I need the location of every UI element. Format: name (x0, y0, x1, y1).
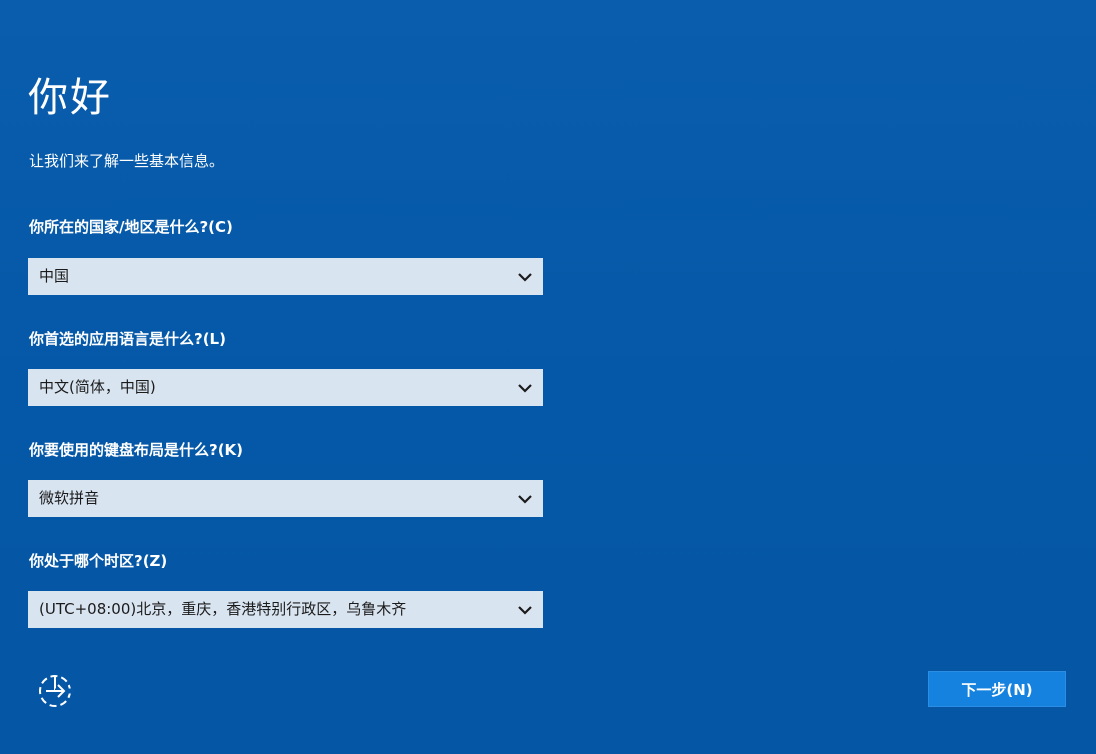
timezone-value: (UTC+08:00)北京，重庆，香港特别行政区，乌鲁木齐 (39, 600, 407, 618)
ease-of-access-button[interactable] (36, 670, 76, 710)
app-language-value: 中文(简体，中国) (39, 378, 156, 396)
page-title: 你好 (28, 75, 112, 121)
chevron-down-icon (518, 606, 532, 615)
app-language-dropdown[interactable]: 中文(简体，中国) (28, 369, 543, 406)
keyboard-layout-value: 微软拼音 (39, 489, 100, 507)
chevron-down-icon (518, 495, 532, 504)
chevron-down-icon (518, 384, 532, 393)
keyboard-layout-label: 你要使用的键盘布局是什么?(K) (29, 441, 244, 459)
ease-of-access-icon (39, 675, 74, 707)
page-subtitle: 让我们来了解一些基本信息。 (29, 152, 225, 170)
country-value: 中国 (39, 267, 70, 285)
country-label: 你所在的国家/地区是什么?(C) (29, 218, 233, 236)
chevron-down-icon (518, 273, 532, 282)
next-button[interactable]: 下一步(N) (928, 671, 1066, 707)
app-language-label: 你首选的应用语言是什么?(L) (29, 330, 226, 348)
timezone-label: 你处于哪个时区?(Z) (29, 552, 168, 570)
timezone-dropdown[interactable]: (UTC+08:00)北京，重庆，香港特别行政区，乌鲁木齐 (28, 591, 543, 628)
keyboard-layout-dropdown[interactable]: 微软拼音 (28, 480, 543, 517)
setup-screen: 你好 让我们来了解一些基本信息。 你所在的国家/地区是什么?(C) 中国 你首选… (0, 0, 1096, 754)
country-dropdown[interactable]: 中国 (28, 258, 543, 295)
